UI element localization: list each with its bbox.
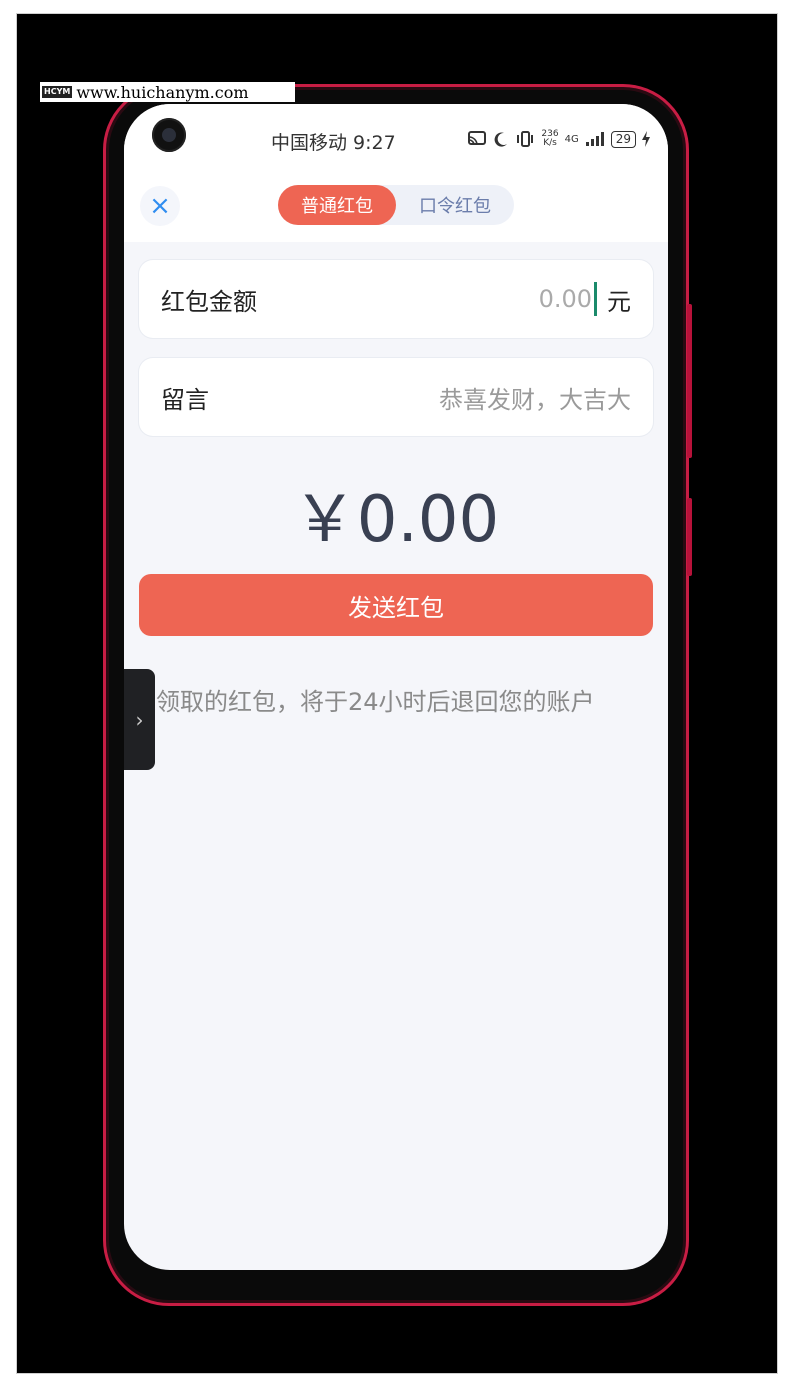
battery-icon: 29 <box>610 130 636 148</box>
watermark-url: www.huichanym.com <box>76 82 249 102</box>
message-input[interactable]: 恭喜发财，大吉大 <box>439 380 631 415</box>
watermark: HCYM www.huichanym.com <box>40 82 295 102</box>
tab-password-packet[interactable]: 口令红包 <box>396 185 514 225</box>
vibrate-icon <box>517 131 534 147</box>
side-panel-handle[interactable]: › <box>124 669 155 770</box>
amount-unit: 元 <box>607 287 631 316</box>
send-red-packet-button[interactable]: 发送红包 <box>139 574 653 636</box>
packet-type-tabs: 普通红包 口令红包 <box>278 185 514 225</box>
message-field[interactable]: 恭喜发财，大吉大 <box>439 380 631 415</box>
status-icons: 236 K/s 4G 29 <box>467 130 650 148</box>
cast-icon <box>468 131 487 146</box>
tab-normal-packet[interactable]: 普通红包 <box>278 185 396 225</box>
close-button[interactable]: × <box>140 186 180 226</box>
amount-label: 红包金额 <box>161 287 257 316</box>
text-cursor <box>594 282 597 316</box>
net-speed: 236 K/s <box>541 129 559 148</box>
total-amount: ￥0.00 <box>292 483 500 557</box>
amount-field[interactable]: 0.00 元 <box>539 282 631 317</box>
chevron-right-icon: › <box>135 707 144 732</box>
signal-icon <box>585 132 604 146</box>
amount-card: 红包金额 0.00 元 <box>139 260 653 338</box>
power-button <box>687 498 692 576</box>
moon-icon <box>494 132 508 147</box>
amount-input[interactable]: 0.00 <box>539 285 592 313</box>
status-carrier-time: 中国移动 9:27 <box>271 132 396 154</box>
top-bar: 中国移动 9:27 236 K/s 4G 29 × 普通红包 口令红包 <box>124 104 668 242</box>
refund-hint: 未领取的红包，将于24小时后退回您的账户 <box>132 688 595 716</box>
message-card: 留言 恭喜发财，大吉大 <box>139 358 653 436</box>
charging-icon <box>642 131 650 147</box>
network-type: 4G <box>564 133 579 145</box>
phone-screen: 中国移动 9:27 236 K/s 4G 29 × 普通红包 口令红包 红包金额… <box>124 104 668 1270</box>
close-icon: × <box>149 191 171 221</box>
watermark-logo: HCYM <box>42 86 73 98</box>
camera-icon <box>152 118 186 152</box>
message-label: 留言 <box>161 385 209 414</box>
volume-button <box>687 304 692 458</box>
